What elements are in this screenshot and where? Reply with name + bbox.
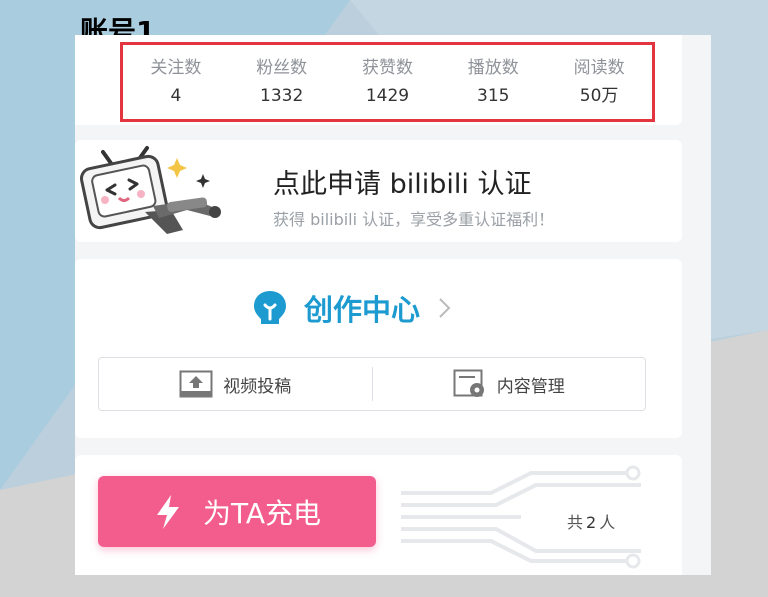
creation-center-card: 创作中心 视频投稿 内容管理	[75, 259, 682, 438]
charge-count: 共 2 人	[567, 509, 615, 533]
charge-count-suffix: 人	[599, 513, 616, 532]
tv-mascot-icon	[79, 146, 221, 234]
creation-tools: 视频投稿 内容管理	[98, 357, 646, 411]
stat-following[interactable]: 关注数 4	[126, 57, 226, 107]
stat-label: 关注数	[150, 58, 202, 78]
circuit-decoration	[401, 465, 641, 569]
stat-value: 50万	[579, 86, 619, 106]
charge-card: 为TA充电 共 2 人	[75, 455, 682, 575]
stat-followers[interactable]: 粉丝数 1332	[232, 57, 332, 107]
stat-label: 阅读数	[573, 58, 625, 78]
stats-highlight-box: 关注数 4 粉丝数 1332 获赞数 1429 播放数 315 阅读数 50万	[120, 42, 655, 122]
upload-icon	[179, 370, 213, 398]
lightning-icon	[156, 494, 179, 529]
certification-subtitle: 获得 bilibili 认证，享受多重认证福利！	[273, 210, 555, 229]
certification-card[interactable]: 点此申请 bilibili 认证 获得 bilibili 认证，享受多重认证福利…	[75, 140, 682, 242]
tool-label: 视频投稿	[223, 376, 292, 397]
content-manage-icon	[453, 369, 484, 397]
stat-likes: 获赞数 1429	[337, 57, 437, 107]
profile-panel: 关注数 4 粉丝数 1332 获赞数 1429 播放数 315 阅读数 50万	[75, 35, 711, 575]
stats-card: 关注数 4 粉丝数 1332 获赞数 1429 播放数 315 阅读数 50万	[75, 35, 682, 125]
charge-button[interactable]: 为TA充电	[98, 476, 376, 547]
creation-center-title: 创作中心	[304, 293, 421, 327]
charge-button-label: 为TA充电	[202, 496, 322, 530]
stat-label: 播放数	[467, 58, 519, 78]
stat-value: 1332	[260, 86, 304, 106]
lightbulb-icon	[254, 291, 286, 324]
stat-value: 315	[477, 86, 510, 106]
stat-label: 获赞数	[361, 58, 413, 78]
chevron-right-icon	[439, 298, 451, 318]
stat-value: 1429	[365, 86, 410, 106]
content-manage-button[interactable]: 内容管理	[373, 358, 646, 410]
video-upload-button[interactable]: 视频投稿	[99, 358, 372, 410]
stat-value: 4	[170, 86, 182, 106]
stat-plays: 播放数 315	[443, 57, 543, 107]
creation-center-link[interactable]: 创作中心	[250, 287, 452, 329]
certification-title[interactable]: 点此申请 bilibili 认证	[273, 162, 531, 201]
charge-count-prefix: 共	[567, 513, 584, 532]
stat-reads: 阅读数 50万	[549, 57, 649, 107]
tool-label: 内容管理	[496, 376, 565, 397]
stat-label: 粉丝数	[256, 58, 308, 78]
charge-count-number: 2	[586, 513, 597, 532]
